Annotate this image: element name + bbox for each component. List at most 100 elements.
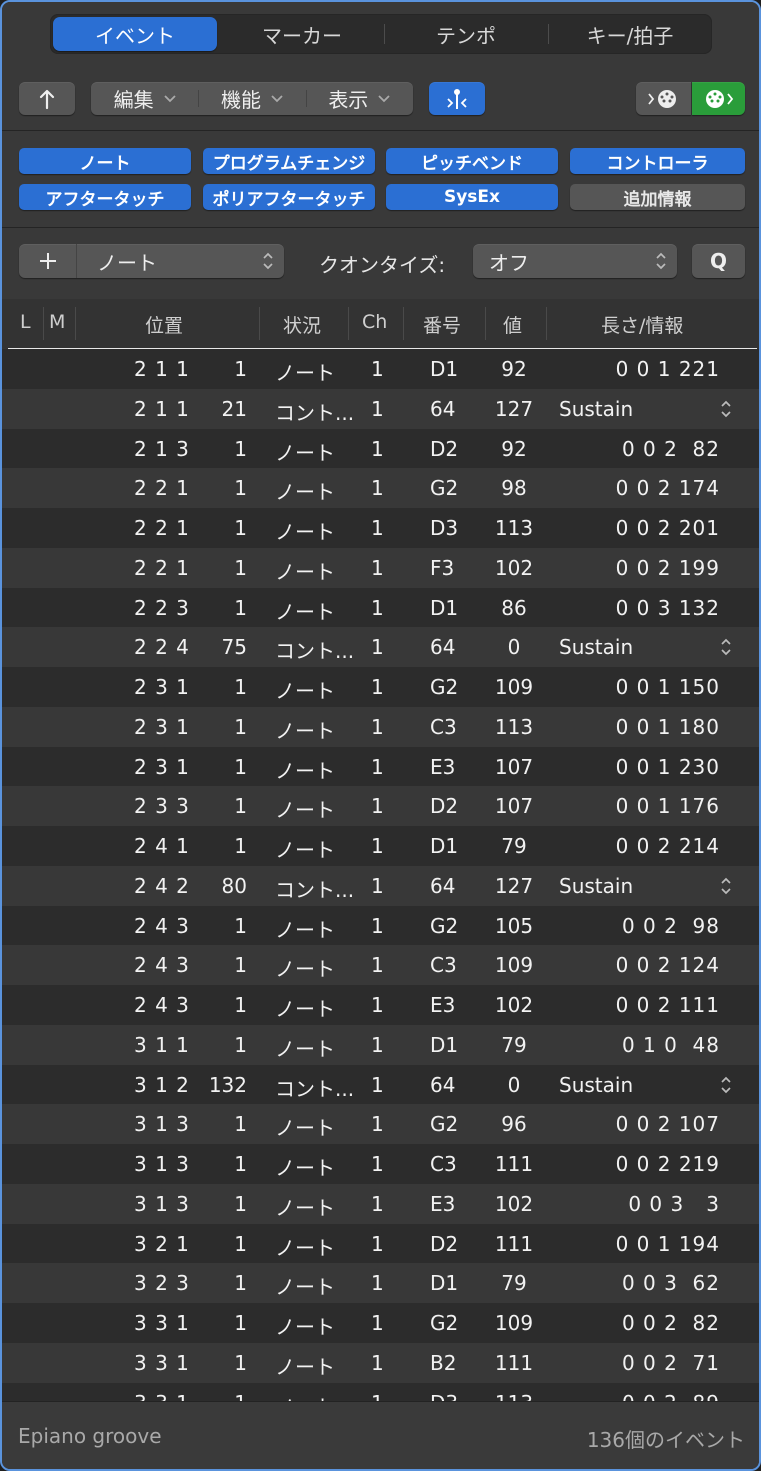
cell-value[interactable]: 79 [492,834,536,858]
cell-position[interactable]: 2 2 3 [134,596,206,620]
quantize-select[interactable]: オフ [473,244,677,278]
cell-ticks[interactable]: 1 [207,953,247,977]
cell-number[interactable]: C3 [430,953,457,977]
cell-value[interactable]: 111 [492,1232,536,1256]
cell-length[interactable]: Sustain [559,874,633,898]
cell-length[interactable]: 0 0 1 230 [606,755,720,779]
cell-number[interactable]: D1 [430,1033,458,1057]
cell-number[interactable]: D1 [430,357,458,381]
cell-ticks[interactable]: 1 [207,755,247,779]
cell-length[interactable]: 0 0 2 82 [606,437,720,461]
midi-in-button[interactable] [692,82,745,115]
cell-status[interactable]: ノート [275,1232,335,1261]
cell-number[interactable]: C3 [430,715,457,739]
cell-length[interactable]: 0 0 2 199 [606,556,720,580]
cell-position[interactable]: 2 4 3 [134,993,206,1017]
cell-ticks[interactable]: 1 [207,914,247,938]
cell-status[interactable]: ノート [275,1391,335,1402]
table-row[interactable]: 2 4 1 1 ノート 1 D1 79 0 0 2 214 [2,826,759,866]
edit-menu[interactable]: 編集 [91,84,198,113]
cell-channel[interactable]: 1 [371,914,384,938]
table-row[interactable]: 2 2 1 1 ノート 1 G2 98 0 0 2 174 [2,468,759,508]
cell-position[interactable]: 3 1 3 [134,1112,206,1136]
cell-status[interactable]: ノート [275,357,335,386]
filter-controller-button[interactable]: コントローラ [570,148,745,174]
cell-ticks[interactable]: 75 [207,635,247,659]
cell-position[interactable]: 2 4 1 [134,834,206,858]
filter-pitch-bend-button[interactable]: ピッチベンド [386,148,558,174]
cell-channel[interactable]: 1 [371,1391,384,1402]
cell-status[interactable]: ノート [275,1033,335,1062]
cell-ticks[interactable]: 1 [207,675,247,699]
cell-value[interactable]: 109 [492,1311,536,1335]
cell-ticks[interactable]: 1 [207,556,247,580]
cell-number[interactable]: 64 [430,1073,455,1097]
table-row[interactable]: 3 3 1 1 ノート 1 B2 111 0 0 2 71 [2,1342,759,1383]
filter-additional-info-button[interactable]: 追加情報 [570,184,745,210]
cell-number[interactable]: 64 [430,397,455,421]
cell-number[interactable]: B2 [430,1351,456,1375]
table-row[interactable]: 3 2 1 1 ノート 1 D2 111 0 0 1 194 [2,1223,759,1264]
cell-position[interactable]: 3 3 1 [134,1391,206,1402]
cell-length[interactable]: Sustain [559,635,633,659]
cell-channel[interactable]: 1 [371,635,384,659]
cell-ticks[interactable]: 1 [207,1271,247,1295]
cell-position[interactable]: 2 3 1 [134,715,206,739]
table-row[interactable]: 2 3 1 1 ノート 1 E3 107 0 0 1 230 [2,746,759,787]
table-row[interactable]: 2 3 1 1 ノート 1 C3 113 0 0 1 180 [2,706,759,747]
table-row[interactable]: 2 2 4 75 コント... 1 64 0 Sustain [2,627,759,667]
col-divider[interactable] [403,307,404,340]
cell-status[interactable]: コント... [275,874,354,903]
col-divider[interactable] [546,307,547,340]
event-list[interactable]: 2 1 1 1 ノート 1 D1 92 0 0 1 221 2 1 1 21 コント... 1 64 1… [2,349,759,1401]
cell-position[interactable]: 2 2 1 [134,556,206,580]
cell-channel[interactable]: 1 [371,1033,384,1057]
cell-number[interactable]: D1 [430,834,458,858]
cell-length[interactable]: 0 0 2 82 [606,1311,720,1335]
cell-position[interactable]: 2 3 1 [134,755,206,779]
cell-status[interactable]: ノート [275,715,335,744]
cell-length[interactable]: 0 0 2 219 [606,1152,720,1176]
cell-ticks[interactable]: 1 [207,1391,247,1402]
cell-value[interactable]: 107 [492,755,536,779]
table-row[interactable]: 3 2 3 1 ノート 1 D1 79 0 0 3 62 [2,1263,759,1303]
cell-channel[interactable]: 1 [371,556,384,580]
cell-channel[interactable]: 1 [371,476,384,500]
cell-value[interactable]: 109 [492,953,536,977]
cell-value[interactable]: 107 [492,794,536,818]
table-row[interactable]: 3 1 3 1 ノート 1 E3 102 0 0 3 3 [2,1183,759,1224]
cell-ticks[interactable]: 1 [207,596,247,620]
cell-status[interactable]: ノート [275,437,335,466]
add-event-button[interactable] [19,244,77,278]
cell-status[interactable]: コント... [275,635,354,664]
cell-number[interactable]: F3 [430,556,454,580]
cell-value[interactable]: 102 [492,993,536,1017]
cell-status[interactable]: コント... [275,1073,354,1102]
cell-position[interactable]: 2 2 1 [134,516,206,540]
cell-status[interactable]: ノート [275,914,335,943]
filter-sysex-button[interactable]: SysEx [386,184,558,210]
cell-length[interactable]: 0 0 2 98 [606,914,720,938]
cell-status[interactable]: ノート [275,953,335,982]
cell-channel[interactable]: 1 [371,1351,384,1375]
updown-chevron-icon[interactable] [720,637,732,661]
event-type-select[interactable]: ノート [77,244,284,278]
cell-channel[interactable]: 1 [371,1112,384,1136]
cell-channel[interactable]: 1 [371,755,384,779]
cell-status[interactable]: コント... [275,397,354,426]
cell-length[interactable]: 0 0 3 62 [606,1271,720,1295]
cell-position[interactable]: 3 1 3 [134,1152,206,1176]
cell-ticks[interactable]: 1 [207,1311,247,1335]
table-row[interactable]: 2 4 2 80 コント... 1 64 127 Sustain [2,865,759,906]
cell-value[interactable]: 0 [492,1073,536,1097]
cell-length[interactable]: 0 0 1 180 [606,715,720,739]
col-m[interactable]: M [49,311,65,333]
cell-channel[interactable]: 1 [371,993,384,1017]
cell-number[interactable]: E3 [430,755,455,779]
cell-status[interactable]: ノート [275,1311,335,1340]
cell-status[interactable]: ノート [275,1192,335,1221]
cell-number[interactable]: D1 [430,1271,458,1295]
cell-value[interactable]: 113 [492,715,536,739]
cell-ticks[interactable]: 80 [207,874,247,898]
table-row[interactable]: 3 1 1 1 ノート 1 D1 79 0 1 0 48 [2,1024,759,1065]
